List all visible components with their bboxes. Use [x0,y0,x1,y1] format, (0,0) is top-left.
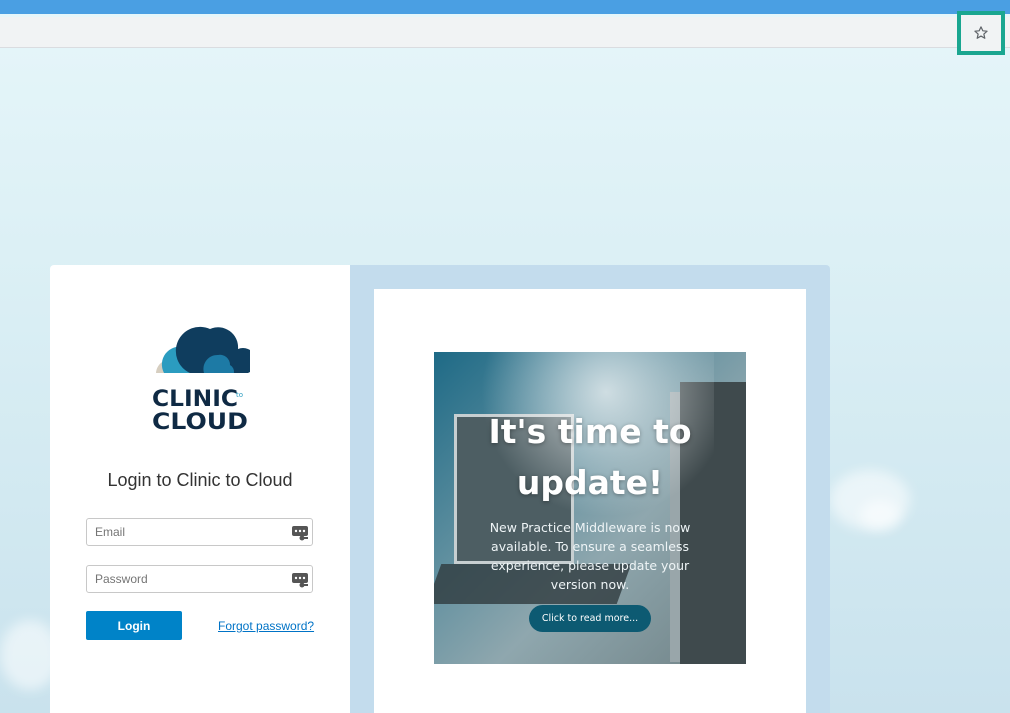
update-promo-card[interactable]: It's time to update! New Practice Middle… [434,352,746,664]
promo-heading: It's time to update! [434,406,746,508]
login-title: Login to Clinic to Cloud [107,470,293,490]
bookmark-star-button[interactable] [957,11,1005,55]
promo-panel: It's time to update! New Practice Middle… [350,265,830,713]
login-panel: CLINIC to CLOUD Login to Clinic to Cloud… [50,265,350,713]
browser-top-strip [0,0,1010,14]
logo-line1: CLINIC [152,387,238,412]
password-input[interactable] [87,566,293,592]
password-manager-icon[interactable] [291,524,309,542]
promo-body-text: New Practice Middleware is now available… [489,520,691,592]
promo-heading-line1: It's time to [488,412,692,451]
logo-to: to [236,391,243,399]
email-input[interactable] [87,519,293,545]
password-manager-icon[interactable] [291,571,309,589]
browser-address-bar[interactable] [0,17,1010,48]
email-field[interactable] [86,518,313,546]
password-field[interactable] [86,565,313,593]
read-more-button[interactable]: Click to read more... [529,605,651,632]
forgot-password-link[interactable]: Forgot password? [218,619,314,633]
promo-heading-line2: update! [516,463,664,502]
background-cloud [860,500,900,530]
clinic-to-cloud-logo: CLINIC to CLOUD [152,326,250,435]
logo-line2: CLOUD [152,410,248,435]
promo-container: It's time to update! New Practice Middle… [374,289,806,713]
login-button[interactable]: Login [86,611,182,640]
star-outline-icon [974,26,988,39]
